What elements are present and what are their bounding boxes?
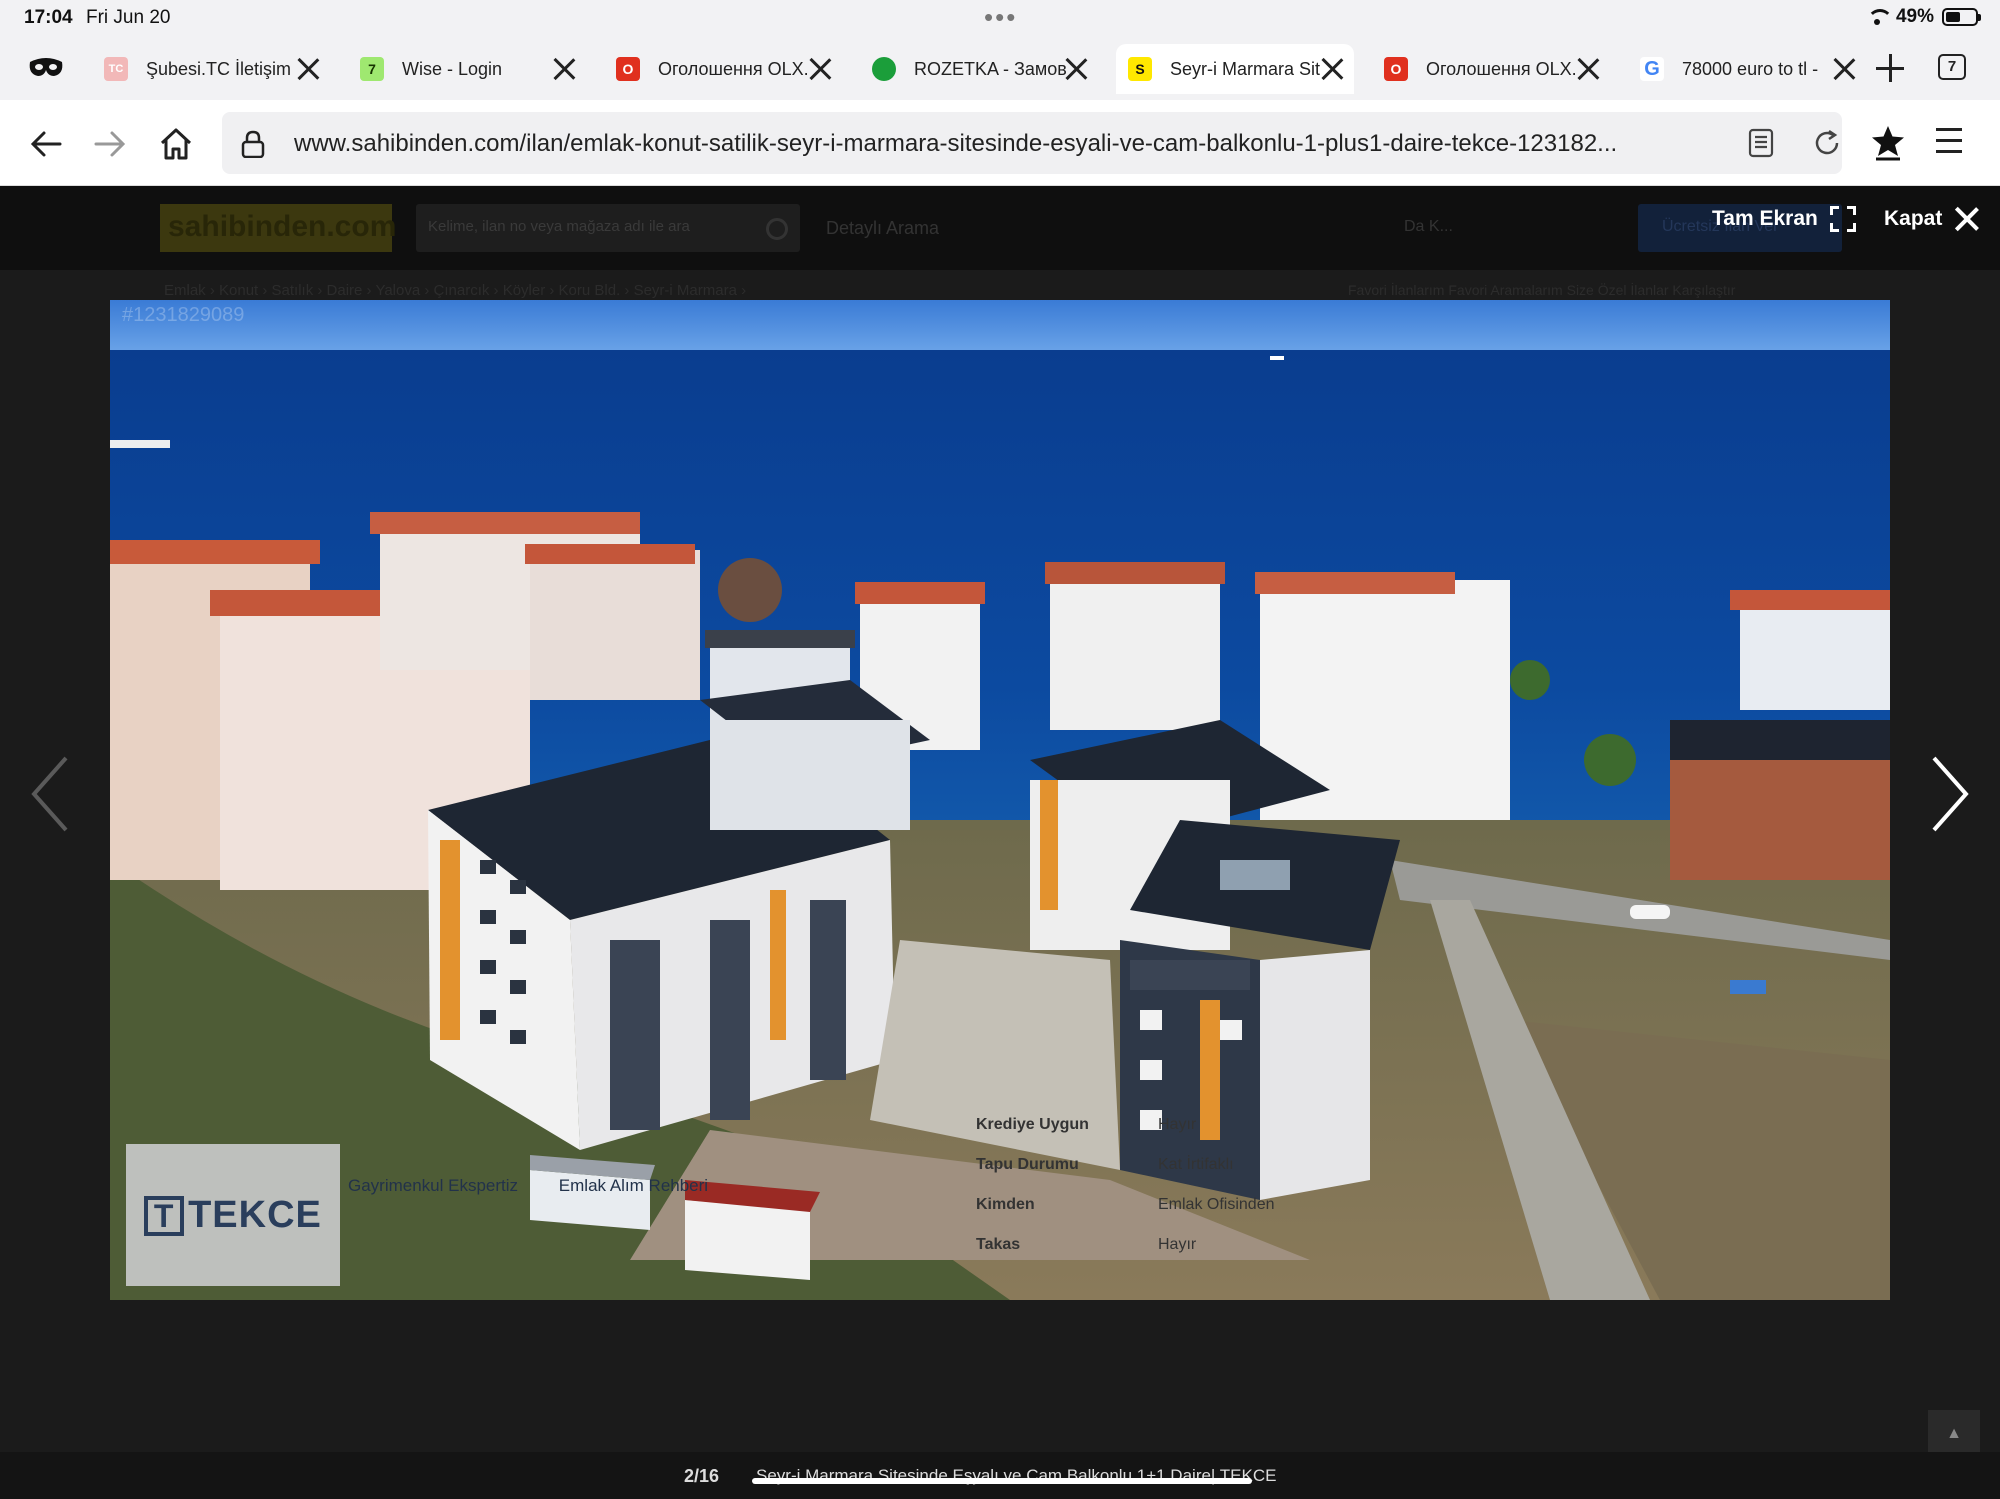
wifi-icon <box>1866 9 1893 25</box>
tab-favicon-icon: S <box>1128 57 1152 81</box>
detail-key: Takas <box>976 1236 1021 1253</box>
fullscreen-icon <box>1829 206 1856 232</box>
account-menu[interactable]: Da K... <box>1404 218 1453 236</box>
fullscreen-label: Tam Ekran <box>1712 207 1818 230</box>
detail-key: Krediye Uygun <box>976 1116 1089 1133</box>
tab-favicon-icon: G <box>1640 57 1664 81</box>
url-text[interactable]: www.sahibinden.com/ilan/emlak-konut-sati… <box>294 130 1694 158</box>
tab-favicon-icon: O <box>1384 57 1408 81</box>
footer-link-guide[interactable]: Emlak Alım Rehberi <box>559 1176 708 1195</box>
back-button[interactable] <box>26 124 66 164</box>
tab-close-icon[interactable] <box>1574 55 1602 83</box>
browser-tab[interactable]: TC Şubesi.TC İletişim <box>92 44 330 94</box>
battery-icon <box>1942 8 1981 26</box>
browser-tab[interactable]: O Оголошення OLX. <box>1372 44 1610 94</box>
detail-value: Hayır <box>1158 1116 1197 1133</box>
breadcrumb[interactable]: Emlak › Konut › Satılık › Daire › Yalova… <box>164 282 746 299</box>
footer-link-appraisal[interactable]: Gayrimenkul Ekspertiz <box>348 1176 518 1195</box>
tab-close-icon[interactable] <box>1062 55 1090 83</box>
browser-tab[interactable]: O Оголошення OLX. <box>604 44 842 94</box>
browser-tab[interactable]: ROZETKA - Замов <box>860 44 1098 94</box>
listing-photo[interactable]: #1231829089 T TEKCE <box>110 300 1890 1300</box>
aerial-photo-image <box>110 300 1890 1300</box>
page-content: sahibinden.com Kelime, ilan no veya mağa… <box>0 186 2000 1499</box>
battery-percent: 49% <box>1895 6 1934 27</box>
bookmarks-icon[interactable] <box>1868 122 1908 162</box>
status-bar: 17:04 Fri Jun 20 ••• 49% <box>0 0 2000 36</box>
private-browsing-icon <box>29 58 63 76</box>
listing-id: #1231829089 <box>122 304 245 326</box>
close-viewer-button[interactable]: Kapat <box>1884 206 1980 232</box>
tab-favicon-icon <box>872 57 896 81</box>
user-links[interactable]: Favori İlanlarım Favori Aramalarım Size … <box>1348 282 1735 298</box>
tab-favicon-icon: O <box>616 57 640 81</box>
tab-close-icon[interactable] <box>1318 55 1346 83</box>
watermark-label: TEKCE <box>188 1193 322 1236</box>
status-right: 49% <box>1866 6 1981 28</box>
browser-tab[interactable]: G 78000 euro to tl - <box>1628 44 1866 94</box>
tab-title: Оголошення OLX. <box>1426 58 1577 79</box>
detail-value: Hayır <box>1158 1236 1197 1253</box>
close-label: Kapat <box>1884 207 1943 230</box>
lock-icon[interactable] <box>240 130 266 158</box>
tekce-logo-icon: T <box>144 1196 185 1237</box>
browser-tab[interactable]: S Seyr-i Marmara Sit <box>1116 44 1354 94</box>
status-time: 17:04 <box>24 7 73 28</box>
fullscreen-button[interactable]: Tam Ekran <box>1712 206 1856 232</box>
site-header: sahibinden.com Kelime, ilan no veya mağa… <box>0 186 2000 270</box>
detail-search-link[interactable]: Detaylı Arama <box>826 218 939 239</box>
detail-value: Emlak Ofisinden <box>1158 1196 1275 1213</box>
previous-photo-button[interactable] <box>30 754 70 834</box>
status-date: Fri Jun 20 <box>86 7 171 28</box>
new-tab-button[interactable] <box>1872 50 1908 86</box>
menu-icon[interactable] <box>1936 128 1966 154</box>
browser-toolbar: www.sahibinden.com/ilan/emlak-konut-sati… <box>0 100 2000 186</box>
forward-button[interactable] <box>90 124 130 164</box>
site-logo[interactable]: sahibinden.com <box>160 204 396 252</box>
site-search-icon[interactable] <box>766 218 788 240</box>
caption-bar: 2/16 Seyr-i Marmara Sitesinde Eşyalı ve … <box>0 1452 2000 1499</box>
tab-title: Şubesi.TC İletişim <box>146 58 292 79</box>
url-bar[interactable]: www.sahibinden.com/ilan/emlak-konut-sati… <box>222 112 1842 174</box>
detail-key: Tapu Durumu <box>976 1156 1079 1173</box>
close-icon <box>1954 206 1980 232</box>
tab-close-icon[interactable] <box>550 55 578 83</box>
tab-title: Оголошення OLX. <box>658 58 809 79</box>
tekce-watermark: T TEKCE <box>126 1144 340 1286</box>
home-indicator[interactable] <box>752 1478 1252 1484</box>
multitask-dots-icon[interactable]: ••• <box>984 2 1017 33</box>
tab-title: Seyr-i Marmara Sit <box>1170 58 1321 79</box>
tab-favicon-icon: 7 <box>360 57 384 81</box>
tab-title: Wise - Login <box>402 58 503 79</box>
site-search-input[interactable]: Kelime, ilan no veya mağaza adı ile ara <box>416 204 800 252</box>
detail-key: Kimden <box>976 1196 1035 1213</box>
tab-close-icon[interactable] <box>1830 55 1858 83</box>
tab-count-button[interactable]: 7 <box>1938 54 1966 80</box>
reload-icon[interactable] <box>1812 128 1842 158</box>
reader-view-icon[interactable] <box>1748 128 1774 158</box>
footer-links: Gayrimenkul Ekspertiz Emlak Alım Rehberi <box>348 1176 744 1196</box>
tab-close-icon[interactable] <box>806 55 834 83</box>
browser-tab[interactable]: 7 Wise - Login <box>348 44 586 94</box>
tab-close-icon[interactable] <box>294 55 322 83</box>
tab-title: 78000 euro to tl - <box>1682 58 1819 79</box>
photo-counter: 2/16 <box>684 1466 720 1486</box>
tab-strip: TC Şubesi.TC İletişim 7 Wise - Login O Оголош… <box>0 36 2000 100</box>
tab-title: ROZETKA - Замов <box>914 58 1067 79</box>
scroll-to-top-button[interactable]: ▲ <box>1928 1410 1980 1458</box>
detail-value: Kat İrtifaklı <box>1158 1156 1234 1173</box>
tab-favicon-icon: TC <box>104 57 128 81</box>
next-photo-button[interactable] <box>1930 754 1970 834</box>
home-button[interactable] <box>156 124 196 164</box>
